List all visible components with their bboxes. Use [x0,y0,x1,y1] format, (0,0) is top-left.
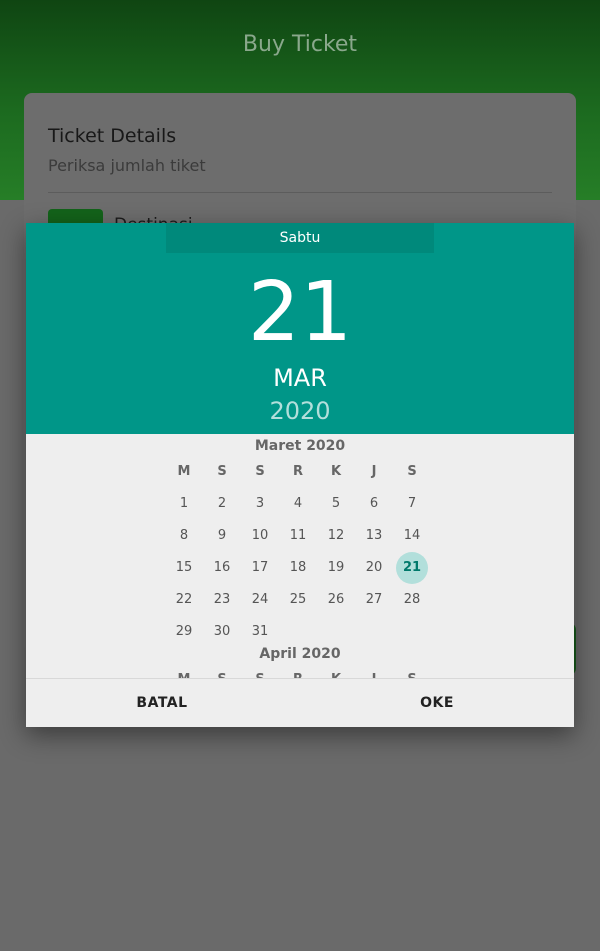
date-picker-header: Sabtu 21 MAR 2020 [26,223,574,434]
page-title: Buy Ticket [242,32,358,57]
week-row: 1 2 3 4 5 6 7 [165,488,431,520]
day-cell[interactable]: 1 [165,488,203,520]
week-row: 22 23 24 25 26 27 28 [165,584,431,616]
day-cell[interactable]: 10 [241,520,279,552]
day-cell[interactable]: 24 [241,584,279,616]
week-row: 15 16 17 18 19 20 21 [165,552,431,584]
day-cell[interactable]: 30 [203,616,241,648]
ticket-details-title: Ticket Details [48,125,177,147]
day-cell[interactable]: 20 [355,552,393,584]
day-cell[interactable]: 6 [355,488,393,520]
day-cell[interactable]: 25 [279,584,317,616]
week-row: 8 9 10 11 12 13 14 [165,520,431,552]
weekday-header: M [165,664,203,678]
weekday-header: S [203,664,241,678]
selected-weekday: Sabtu [166,223,434,253]
weekday-header: S [407,464,417,479]
weekday-header: K [317,664,355,678]
weekday-header: S [255,464,265,479]
day-cell[interactable]: 18 [279,552,317,584]
day-cell[interactable]: 4 [279,488,317,520]
divider [48,192,552,193]
day-cell[interactable]: 28 [393,584,431,616]
selected-day[interactable]: 21 [26,263,574,363]
weekday-header: R [279,664,317,678]
day-cell[interactable]: 14 [393,520,431,552]
day-cell[interactable]: 31 [241,616,279,648]
day-cell[interactable]: 8 [165,520,203,552]
day-cell[interactable]: 9 [203,520,241,552]
weekday-header: S [393,664,431,678]
selected-year[interactable]: 2020 [26,395,574,427]
weekday-header: R [292,464,303,479]
day-cell[interactable]: 2 [203,488,241,520]
ticket-details-subtitle: Periksa jumlah tiket [48,156,206,175]
month-title: April 2020 [259,646,341,662]
day-cell[interactable]: 23 [203,584,241,616]
day-cell[interactable]: 3 [241,488,279,520]
ok-button[interactable]: OKE [397,679,477,727]
weekday-header-row: M S S R K J S [165,664,431,678]
weekday-header: K [330,464,342,479]
weekday-header: M [177,464,191,479]
day-cell[interactable]: 5 [317,488,355,520]
cancel-button[interactable]: BATAL [122,679,202,727]
day-cell[interactable]: 15 [165,552,203,584]
selected-day-cell[interactable]: 21 [393,552,431,584]
weekday-header: J [355,664,393,678]
day-cell[interactable]: 29 [165,616,203,648]
weekday-header: S [217,464,227,479]
selected-month[interactable]: MAR [26,362,574,394]
day-cell[interactable]: 7 [393,488,431,520]
date-picker-dialog: Sabtu 21 MAR 2020 Maret 2020 M S S R K J… [26,223,574,727]
dialog-actions: BATAL OKE [26,678,574,727]
day-cell[interactable]: 17 [241,552,279,584]
calendar-month-list[interactable]: Maret 2020 M S S R K J S 1 2 3 4 5 6 7 8… [26,434,574,678]
month-title: Maret 2020 [254,438,346,454]
day-cell[interactable]: 22 [165,584,203,616]
weekday-header: J [371,464,377,479]
day-cell[interactable]: 19 [317,552,355,584]
weekday-header-row: M S S R K J S [165,456,431,488]
day-cell[interactable]: 16 [203,552,241,584]
weekday-header: S [241,664,279,678]
day-cell[interactable]: 26 [317,584,355,616]
day-cell[interactable]: 13 [355,520,393,552]
week-row: 29 30 31 [165,616,431,648]
day-cell[interactable]: 11 [279,520,317,552]
day-cell[interactable]: 27 [355,584,393,616]
day-cell[interactable]: 12 [317,520,355,552]
